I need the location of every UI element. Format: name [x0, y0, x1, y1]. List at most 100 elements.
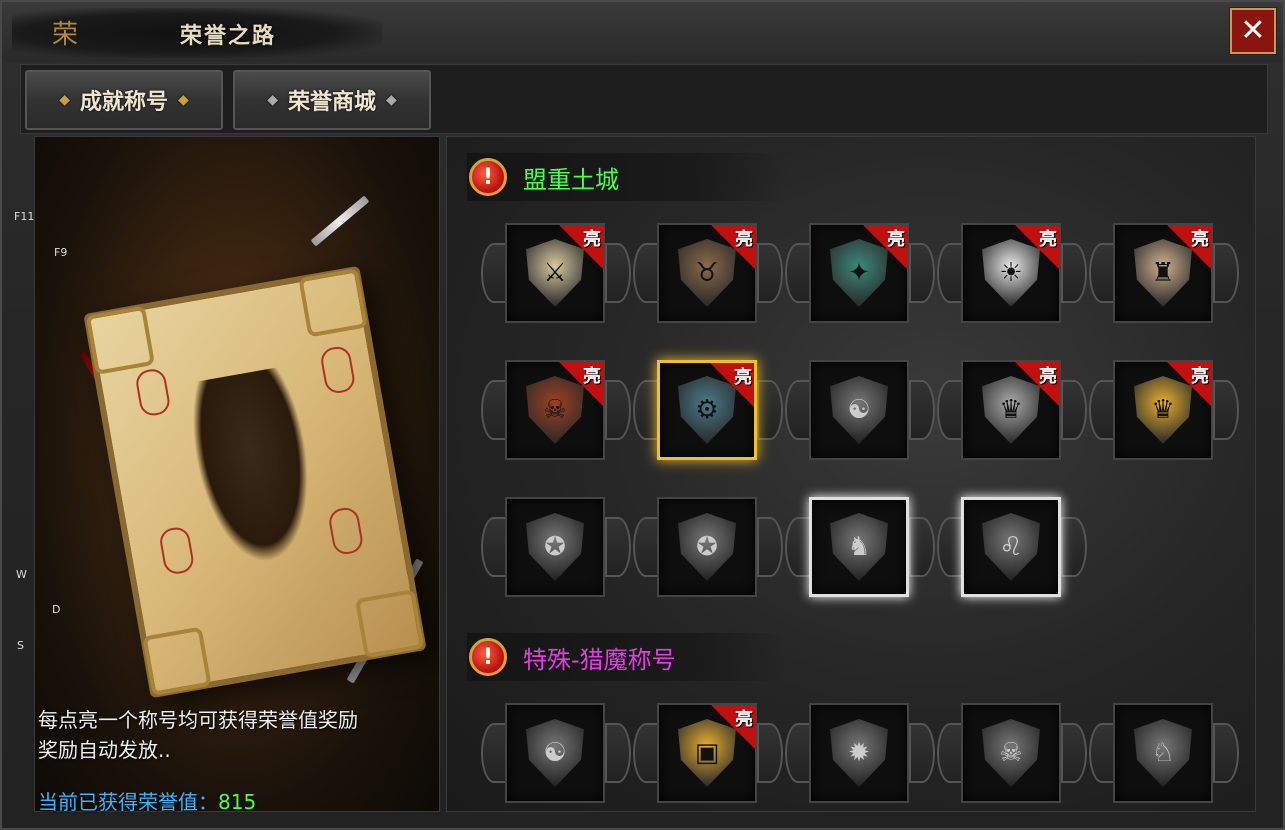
tab-label: 荣誉商城	[287, 89, 376, 115]
golden-wing-crest-icon: ♛	[982, 376, 1040, 444]
slot-wing-ornament	[1213, 723, 1239, 783]
title-slot: ☠ 亮	[481, 350, 631, 470]
slot-wing-ornament	[1213, 380, 1239, 440]
slot-wing-ornament	[481, 243, 507, 303]
slot-wing-ornament	[937, 517, 963, 577]
title-slot: ⚔ 亮	[481, 213, 631, 333]
slot-wing-ornament	[785, 517, 811, 577]
section-header: ! 特殊-猎魔称号	[467, 633, 787, 681]
title-badge-button[interactable]: ✦ 亮	[809, 223, 909, 323]
tab-honor-shop[interactable]: ◆ 荣誉商城 ◆	[233, 70, 431, 130]
diamond-icon: ◆	[178, 92, 189, 108]
slot-wing-ornament	[785, 243, 811, 303]
title-slot: ▣ 亮	[633, 693, 783, 811]
red-seal-stamp	[134, 367, 172, 418]
honor-reward-info: 每点亮一个称号均可获得荣誉值奖励	[38, 708, 358, 732]
hotkey-label: D	[52, 603, 61, 616]
title-badge-button[interactable]: ☀ 亮	[961, 223, 1061, 323]
book-warrior-figure	[182, 364, 325, 572]
slot-wing-ornament	[757, 723, 783, 783]
knight-helm-shield-icon: ♘	[1134, 719, 1192, 787]
title-slot: ☯	[785, 350, 935, 470]
dragon-shield-icon: ♞	[830, 513, 888, 581]
red-seal-stamp	[157, 525, 196, 576]
title-badge-button[interactable]: ☠	[961, 703, 1061, 803]
red-seal-stamp	[319, 344, 357, 396]
lit-badge-label: 亮	[887, 229, 905, 250]
wolf-shield-icon: ✪	[526, 513, 584, 581]
slot-wing-ornament	[757, 380, 783, 440]
title-slot: ✪	[481, 487, 631, 607]
lit-badge-label: 亮	[1039, 366, 1057, 387]
title-slot: ♞	[785, 487, 935, 607]
tab-bar: ◆ 成就称号 ◆ ◆ 荣誉商城 ◆	[20, 64, 1268, 134]
honor-road-window: 荣 荣誉之路 ✕ ◆ 成就称号 ◆ ◆ 荣誉商城 ◆ F11 F9 W D S …	[0, 0, 1285, 830]
title-badge-button[interactable]: ☠ 亮	[505, 360, 605, 460]
slot-wing-ornament	[1061, 517, 1087, 577]
title-badge-button[interactable]: ♌	[961, 497, 1061, 597]
title-badge-button[interactable]: ♞	[809, 497, 909, 597]
title-badge-button[interactable]: ▣ 亮	[657, 703, 757, 803]
title-badge-button[interactable]: ♘	[1113, 703, 1213, 803]
close-icon: ✕	[1240, 13, 1266, 48]
slot-wing-ornament	[909, 517, 935, 577]
tab-achievement-titles[interactable]: ◆ 成就称号 ◆	[25, 70, 223, 130]
title-badge-button[interactable]: ✪	[505, 497, 605, 597]
close-button[interactable]: ✕	[1229, 7, 1277, 55]
title-bar: 荣 荣誉之路 ✕	[2, 2, 1283, 62]
slot-wing-ornament	[1089, 723, 1115, 783]
exclamation-icon: !	[469, 638, 507, 676]
slot-wing-ornament	[633, 243, 659, 303]
slot-wing-ornament	[1061, 723, 1087, 783]
lit-badge-label: 亮	[583, 366, 601, 387]
title-slot: ♛ 亮	[1089, 350, 1239, 470]
title-badge-button[interactable]: ✹	[809, 703, 909, 803]
slot-wing-ornament	[1213, 243, 1239, 303]
slot-wing-ornament	[937, 243, 963, 303]
title-badge-button[interactable]: ♛ 亮	[961, 360, 1061, 460]
title-list-panel: ! 盟重土城 ! 特殊-猎魔称号 ⚔ 亮 ♉ 亮 ✦ 亮 ☀ 亮 ♜ 亮 ☠ 亮 ⚙ 亮 ☯ ♛ 亮 ♛ 亮 ✪ ✪ ♞ ♌…	[446, 136, 1256, 812]
yin-yang-shield-icon: ☯	[526, 719, 584, 787]
golden-wing-crest-icon: ♛	[1134, 376, 1192, 444]
slot-wing-ornament	[937, 380, 963, 440]
title-badge-button[interactable]: ♉ 亮	[657, 223, 757, 323]
section-header: ! 盟重土城	[467, 153, 787, 201]
title-badge-button[interactable]: ♜ 亮	[1113, 223, 1213, 323]
window-title: 荣誉之路	[180, 23, 277, 49]
book-corner-ornament	[354, 589, 425, 659]
honor-label: 当前已获得荣誉值：	[38, 790, 218, 814]
tab-label: 成就称号	[79, 89, 168, 115]
red-seal-stamp	[327, 505, 365, 557]
slot-wing-ornament	[937, 723, 963, 783]
section-title: 特殊-猎魔称号	[523, 645, 676, 674]
slot-wing-ornament	[605, 243, 631, 303]
slot-wing-ornament	[605, 517, 631, 577]
hotkey-label: S	[17, 639, 24, 652]
title-slot: ♜ 亮	[1089, 213, 1239, 333]
title-badge-button[interactable]: ♛ 亮	[1113, 360, 1213, 460]
title-badge-button[interactable]: ☯	[505, 703, 605, 803]
book-corner-ornament	[298, 267, 368, 338]
title-slot: ☀ 亮	[937, 213, 1087, 333]
title-badge-button[interactable]: ⚙ 亮	[657, 360, 757, 460]
title-slot: ✪	[633, 487, 783, 607]
skull-shield-icon: ☠	[982, 719, 1040, 787]
book-corner-ornament	[85, 305, 156, 375]
demon-face-shield-icon: ☠	[526, 376, 584, 444]
slot-wing-ornament	[909, 243, 935, 303]
slot-wing-ornament	[757, 517, 783, 577]
title-badge-button[interactable]: ☯	[809, 360, 909, 460]
exclamation-icon: !	[469, 158, 507, 196]
title-slot: ✦ 亮	[785, 213, 935, 333]
bear-shield-icon: ✪	[678, 513, 736, 581]
slot-wing-ornament	[757, 243, 783, 303]
chest-shield-icon: ▣	[678, 719, 736, 787]
title-badge-button[interactable]: ⚔ 亮	[505, 223, 605, 323]
flying-dagger-icon	[310, 195, 370, 247]
book-corner-ornament	[142, 626, 212, 697]
lion-shield-icon: ♌	[982, 513, 1040, 581]
title-slot: ♉ 亮	[633, 213, 783, 333]
slot-wing-ornament	[481, 517, 507, 577]
title-slot: ♌	[937, 487, 1087, 607]
title-badge-button[interactable]: ✪	[657, 497, 757, 597]
